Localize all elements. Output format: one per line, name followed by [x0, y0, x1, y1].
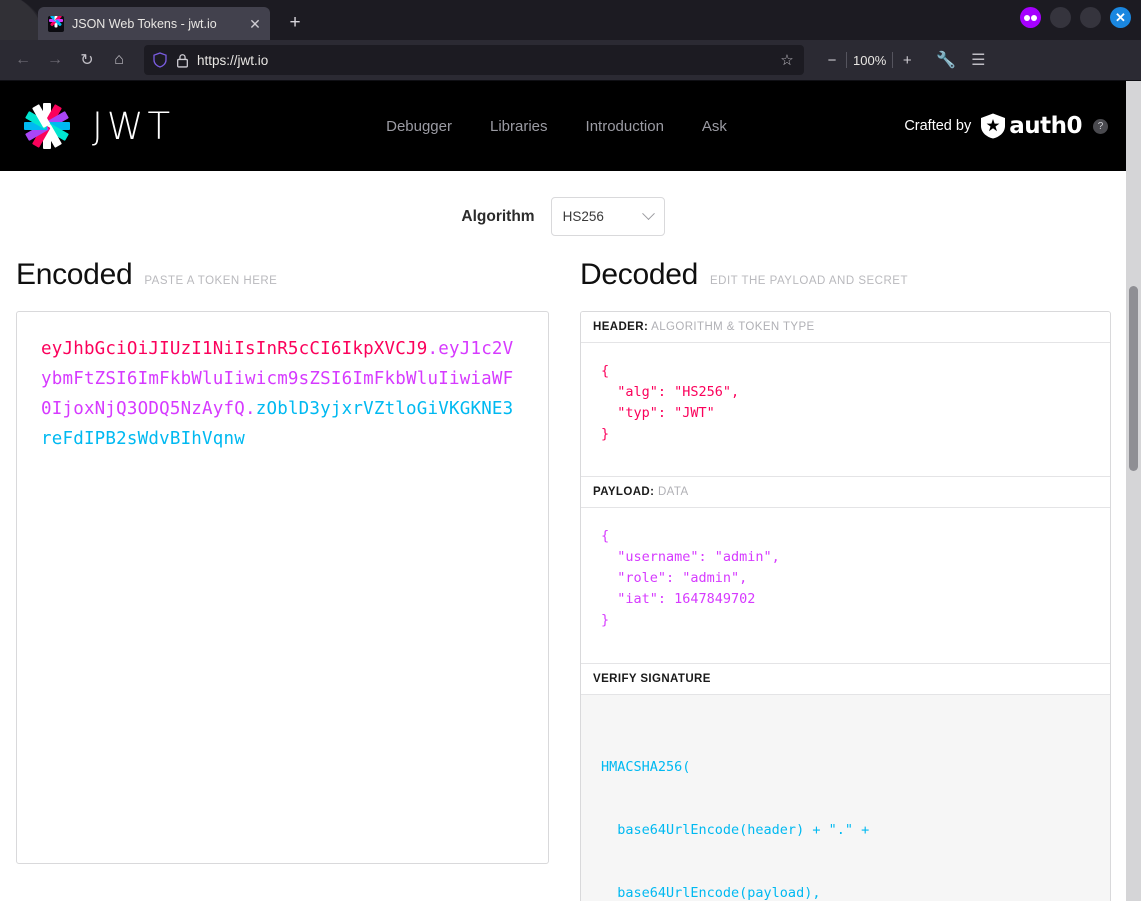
encoded-token-input[interactable]: eyJhbGciOiJIUzI1NiIsInR5cCI6IkpXVCJ9.eyJ…	[16, 311, 549, 864]
signature-label-text: VERIFY SIGNATURE	[593, 673, 711, 685]
close-window-icon[interactable]: ✕	[1110, 7, 1131, 28]
wrench-icon[interactable]: 🔧	[931, 45, 961, 75]
decoded-header-json[interactable]: { "alg": "HS256", "typ": "JWT" }	[581, 343, 1110, 476]
decoded-title: Decoded	[580, 258, 698, 291]
signature-line-3: base64UrlEncode(payload),	[601, 885, 821, 901]
page-scrollbar[interactable]	[1126, 81, 1141, 901]
decoded-panels: HEADER: ALGORITHM & TOKEN TYPE { "alg": …	[580, 311, 1111, 901]
decoded-column: Decoded EDIT THE PAYLOAD AND SECRET HEAD…	[580, 258, 1111, 901]
jwt-logo-icon	[48, 15, 64, 32]
nav-item-debugger[interactable]: Debugger	[386, 118, 452, 135]
payload-sublabel-text: DATA	[657, 486, 689, 498]
decoded-payload-json[interactable]: { "username": "admin", "role": "admin", …	[581, 508, 1110, 663]
zoom-controls: − 100% +	[820, 46, 919, 74]
token-separator-2: .	[244, 399, 256, 419]
navigation-toolbar: ← → ↻ ⌂ https://jwt.io ☆ − 100% + 🔧 ☰	[0, 40, 1141, 81]
help-question-icon[interactable]: ?	[1093, 118, 1108, 134]
site-header: JWT Debugger Libraries Introduction Ask …	[0, 81, 1126, 171]
scrollbar-thumb[interactable]	[1129, 286, 1138, 471]
close-icon[interactable]: ✕	[246, 15, 264, 33]
auth0-shield-icon	[981, 113, 1006, 139]
zoom-out-button[interactable]: −	[820, 46, 844, 74]
zoom-level[interactable]: 100%	[849, 53, 890, 68]
jwt-pinwheel-logo-icon	[18, 97, 76, 155]
site-logo-text: JWT	[92, 104, 175, 148]
zoom-separator	[846, 52, 847, 68]
decoded-heading: Decoded EDIT THE PAYLOAD AND SECRET	[580, 258, 1111, 292]
site-nav: Debugger Libraries Introduction Ask	[386, 118, 727, 135]
nav-item-libraries[interactable]: Libraries	[490, 118, 548, 135]
token-separator-1: .	[427, 339, 439, 359]
payload-section-label: PAYLOAD: DATA	[581, 476, 1110, 508]
header-sublabel-text: ALGORITHM & TOKEN TYPE	[651, 321, 815, 333]
debugger-columns: Encoded PASTE A TOKEN HERE eyJhbGciOiJIU…	[0, 258, 1126, 901]
payload-label-text: PAYLOAD:	[593, 486, 655, 498]
encoded-heading: Encoded PASTE A TOKEN HERE	[16, 258, 549, 292]
browser-tab[interactable]: JSON Web Tokens - jwt.io ✕	[38, 7, 270, 40]
tab-title: JSON Web Tokens - jwt.io	[72, 16, 217, 31]
browser-window: JSON Web Tokens - jwt.io ✕ + ✕ ← → ↻ ⌂ h…	[0, 0, 1141, 901]
algorithm-label: Algorithm	[461, 207, 535, 225]
nav-item-introduction[interactable]: Introduction	[586, 118, 664, 135]
star-icon[interactable]: ☆	[778, 51, 796, 69]
algorithm-selected-value: HS256	[562, 209, 604, 224]
chevron-down-icon	[641, 207, 655, 221]
reload-icon[interactable]: ↻	[72, 45, 102, 75]
header-label-text: HEADER:	[593, 321, 649, 333]
zoom-separator	[892, 52, 894, 68]
window-controls: ✕	[1020, 7, 1131, 28]
new-tab-button[interactable]: +	[280, 8, 310, 38]
token-header-segment: eyJhbGciOiJIUzI1NiIsInR5cCI6IkpXVCJ9	[41, 339, 428, 359]
padlock-icon[interactable]	[176, 53, 189, 68]
encoded-column: Encoded PASTE A TOKEN HERE eyJhbGciOiJIU…	[16, 258, 549, 901]
mask-icon[interactable]	[1020, 7, 1041, 28]
auth0-logo[interactable]: auth0	[980, 113, 1082, 139]
signature-line-2: base64UrlEncode(header) + "." +	[601, 822, 870, 838]
tab-strip: JSON Web Tokens - jwt.io ✕ + ✕	[0, 0, 1141, 40]
page-viewport: JWT Debugger Libraries Introduction Ask …	[0, 81, 1141, 901]
minimize-icon[interactable]	[1050, 7, 1071, 28]
site-logo[interactable]: JWT	[18, 97, 174, 155]
auth0-wordmark: auth0	[1009, 113, 1082, 139]
encoded-title: Encoded	[16, 258, 133, 291]
algorithm-select[interactable]: HS256	[550, 197, 665, 236]
jwt-io-page: JWT Debugger Libraries Introduction Ask …	[0, 81, 1126, 901]
forward-arrow-icon[interactable]: →	[40, 45, 70, 75]
url-bar[interactable]: https://jwt.io ☆	[144, 45, 804, 75]
header-section-label: HEADER: ALGORITHM & TOKEN TYPE	[581, 312, 1110, 343]
algorithm-row: Algorithm HS256	[0, 171, 1126, 258]
signature-line-1: HMACSHA256(	[601, 759, 691, 775]
crafted-by-label: Crafted by	[904, 118, 972, 134]
toolbar-end: 🔧 ☰	[931, 45, 993, 75]
tracking-protection-shield-icon[interactable]	[152, 52, 168, 68]
zoom-in-button[interactable]: +	[895, 46, 919, 74]
url-text[interactable]: https://jwt.io	[197, 53, 770, 68]
signature-section-label: VERIFY SIGNATURE	[581, 663, 1110, 695]
encoded-token-text: eyJhbGciOiJIUzI1NiIsInR5cCI6IkpXVCJ9.eyJ…	[41, 334, 524, 454]
decoded-subtitle: EDIT THE PAYLOAD AND SECRET	[710, 275, 908, 287]
crafted-by: Crafted by auth0 ?	[904, 113, 1108, 139]
nav-item-ask[interactable]: Ask	[702, 118, 727, 135]
verify-signature-body: HMACSHA256( base64UrlEncode(header) + ".…	[581, 695, 1110, 901]
back-arrow-icon[interactable]: ←	[8, 45, 38, 75]
maximize-icon[interactable]	[1080, 7, 1101, 28]
hamburger-menu-icon[interactable]: ☰	[963, 45, 993, 75]
encoded-subtitle: PASTE A TOKEN HERE	[144, 275, 278, 287]
home-icon[interactable]: ⌂	[104, 45, 134, 75]
